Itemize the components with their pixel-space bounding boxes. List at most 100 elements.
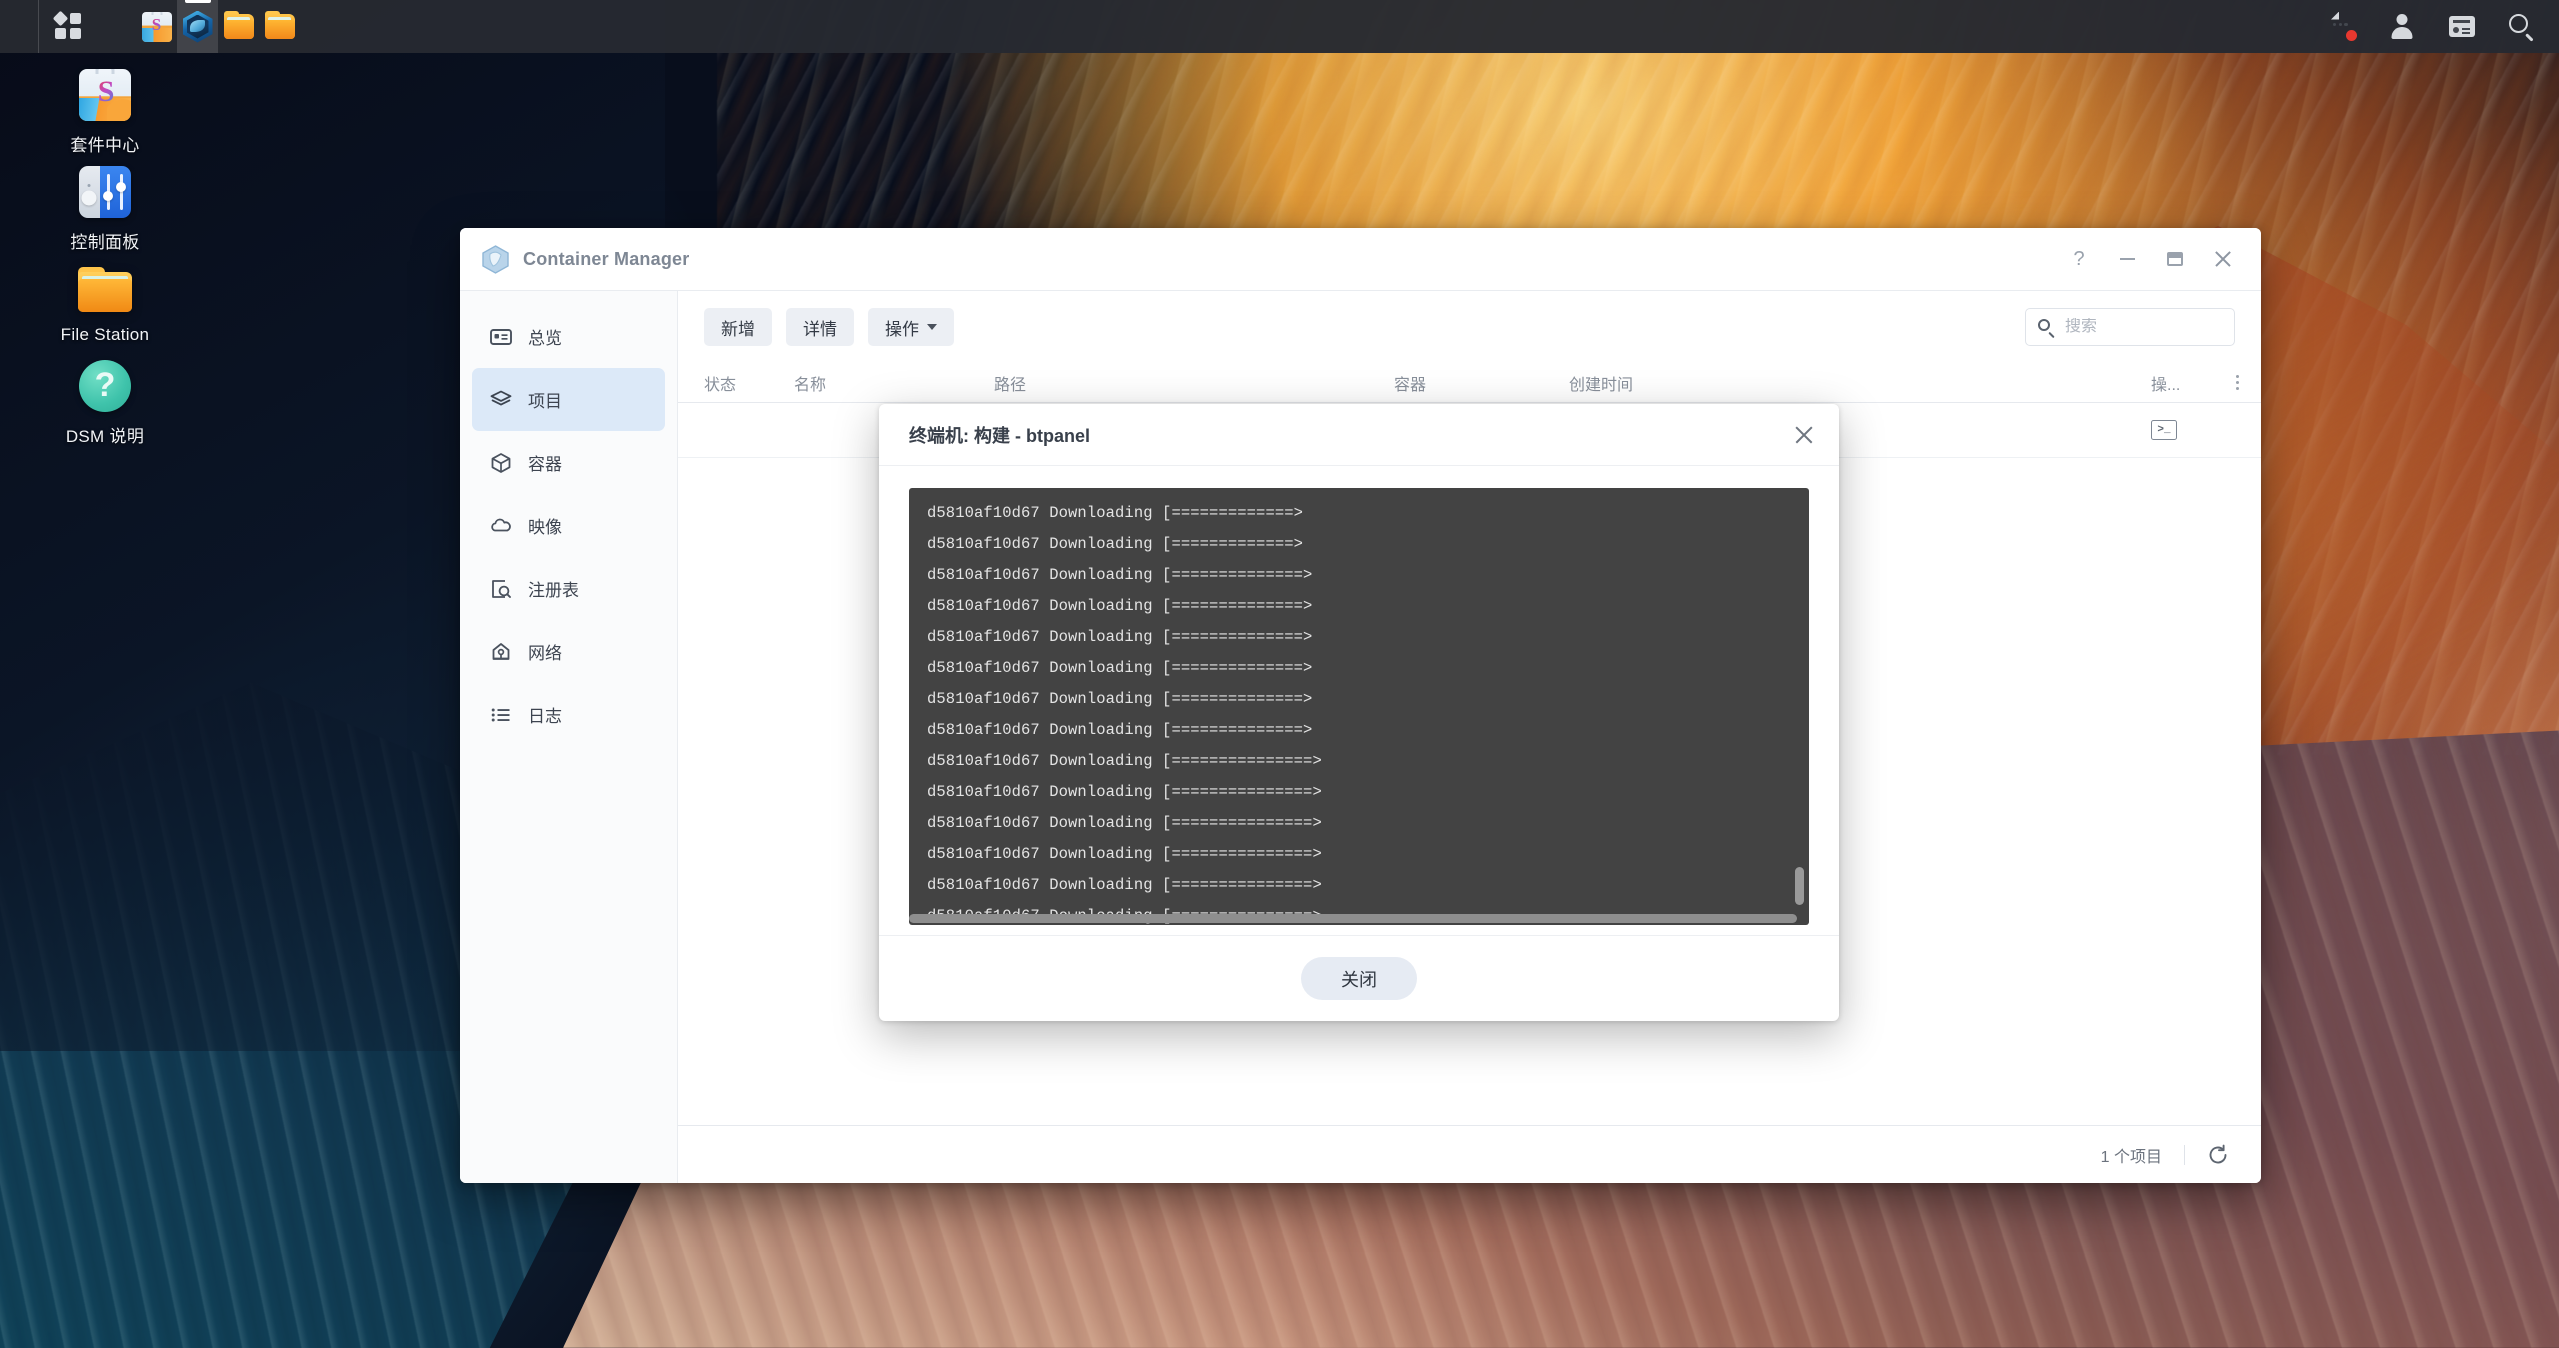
- desktop-icon-package-center[interactable]: S 套件中心: [0, 66, 210, 163]
- terminal-line: d5810af10d67 Downloading [==============…: [927, 560, 1809, 591]
- add-button[interactable]: 新增: [704, 308, 772, 346]
- notifications-button[interactable]: [2327, 12, 2357, 42]
- terminal-line: d5810af10d67 Downloading [==============…: [927, 653, 1809, 684]
- network-icon: [490, 641, 512, 663]
- dialog-title: 终端机: 构建 - btpanel: [909, 422, 1090, 448]
- chat-bubble-icon: [2328, 15, 2356, 39]
- terminal-line: d5810af10d67 Downloading [==============…: [927, 684, 1809, 715]
- cloud-icon: [490, 515, 512, 537]
- sidebar-item-containers[interactable]: 容器: [472, 431, 665, 494]
- sidebar-item-projects[interactable]: 项目: [472, 368, 665, 431]
- help-icon: ?: [2073, 248, 2084, 271]
- taskbar-tray: [2327, 12, 2559, 42]
- sidebar-item-logs[interactable]: 日志: [472, 683, 665, 746]
- taskbar-app-list: S: [136, 0, 300, 53]
- terminal-dialog: 终端机: 构建 - btpanel - d5810af10d67 Downloa…: [879, 404, 1839, 1021]
- desktop-icon-label: File Station: [61, 325, 150, 345]
- folder-icon: [265, 14, 295, 39]
- terminal-line: d5810af10d67 Downloading [==============…: [927, 808, 1809, 839]
- table-header-row: 状态 名称 路径 容器 创建时间 操...: [678, 363, 2261, 403]
- desktop-icon-label: DSM 说明: [66, 422, 144, 447]
- column-header-actions[interactable]: 操...: [2151, 371, 2221, 395]
- list-icon: [490, 704, 512, 726]
- terminal-line: d5810af10d67 Downloading [==============…: [927, 777, 1809, 808]
- close-icon: [2214, 250, 2232, 268]
- window-close-button[interactable]: [2199, 237, 2247, 281]
- sidebar-item-overview[interactable]: 总览: [472, 305, 665, 368]
- details-button[interactable]: 详情: [786, 308, 854, 346]
- folder-icon: [78, 267, 132, 312]
- search-box[interactable]: [2025, 308, 2235, 346]
- user-account-button[interactable]: [2387, 12, 2417, 42]
- sidebar-item-label: 日志: [528, 702, 562, 727]
- cell-action[interactable]: >_: [2151, 420, 2221, 440]
- control-panel-icon: [79, 166, 131, 218]
- sidebar-item-registry[interactable]: 注册表: [472, 557, 665, 620]
- taskbar-app-file-station-1[interactable]: [218, 0, 259, 53]
- layers-icon: [490, 389, 512, 411]
- terminal-icon[interactable]: >_: [2151, 420, 2177, 440]
- sidebar-item-label: 容器: [528, 450, 562, 475]
- window-minimize-button[interactable]: [2103, 237, 2151, 281]
- actions-button[interactable]: 操作: [868, 308, 954, 346]
- terminal-line: d5810af10d67 Downloading [==============…: [927, 622, 1809, 653]
- sidebar: 总览 项目 容器 映像: [460, 291, 678, 1183]
- widgets-button[interactable]: [2447, 12, 2477, 42]
- chevron-down-icon: [927, 324, 937, 330]
- person-icon: [2390, 14, 2414, 39]
- desktop-icon-label: 套件中心: [70, 131, 139, 156]
- window-title: Container Manager: [523, 249, 689, 270]
- terminal-horizontal-scrollbar[interactable]: [909, 914, 1797, 923]
- column-header-created[interactable]: 创建时间: [1569, 371, 2151, 395]
- maximize-icon: [2167, 252, 2183, 266]
- desktop-icon-control-panel[interactable]: 控制面板: [0, 163, 210, 260]
- minimize-icon: [2120, 258, 2135, 260]
- main-menu-button[interactable]: [38, 0, 98, 53]
- sidebar-item-network[interactable]: 网络: [472, 620, 665, 683]
- terminal-line: d5810af10d67 Downloading [==============…: [927, 870, 1809, 901]
- divider: [2184, 1145, 2185, 1165]
- terminal-line: d5810af10d67 Downloading [==============…: [927, 715, 1809, 746]
- grid-squares-icon: [55, 13, 83, 41]
- refresh-icon[interactable]: [2207, 1144, 2229, 1166]
- item-count-label: 1 个项目: [2101, 1143, 2162, 1167]
- registry-search-icon: [490, 578, 512, 600]
- window-titlebar[interactable]: Container Manager ?: [460, 228, 2261, 290]
- content-toolbar: 新增 详情 操作: [678, 291, 2261, 363]
- terminal-output[interactable]: - d5810af10d67 Downloading [============…: [909, 488, 1809, 925]
- taskbar-app-file-station-2[interactable]: [259, 0, 300, 53]
- kebab-menu-icon: [2236, 375, 2239, 390]
- taskbar-app-package-center[interactable]: S: [136, 0, 177, 53]
- dialog-close-button[interactable]: 关闭: [1301, 957, 1417, 1000]
- dialog-body: - d5810af10d67 Downloading [============…: [879, 466, 1839, 935]
- search-icon: [2509, 14, 2535, 40]
- terminal-line: d5810af10d67 Downloading [==============…: [927, 746, 1809, 777]
- dialog-titlebar[interactable]: 终端机: 构建 - btpanel: [879, 404, 1839, 466]
- dialog-footer: 关闭: [879, 935, 1839, 1021]
- terminal-line: d5810af10d67 Downloading [==============…: [927, 839, 1809, 870]
- column-header-name[interactable]: 名称: [794, 371, 994, 395]
- taskbar-app-container-manager[interactable]: [177, 0, 218, 53]
- status-bar: 1 个项目: [678, 1125, 2261, 1183]
- container-manager-hex-icon: [482, 245, 509, 274]
- sidebar-item-images[interactable]: 映像: [472, 494, 665, 557]
- taskbar-search-button[interactable]: [2507, 12, 2537, 42]
- search-input[interactable]: [2065, 318, 2222, 336]
- help-question-icon: ?: [79, 360, 131, 412]
- dialog-close-icon[interactable]: [1789, 420, 1819, 450]
- desktop-icon-label: 控制面板: [70, 228, 139, 253]
- sidebar-item-label: 网络: [528, 639, 562, 664]
- overview-icon: [490, 326, 512, 348]
- desktop-icon-file-station[interactable]: File Station: [0, 260, 210, 357]
- package-center-icon: S: [142, 12, 172, 42]
- window-help-button[interactable]: ?: [2055, 237, 2103, 281]
- column-header-container[interactable]: 容器: [1394, 371, 1569, 395]
- search-icon: [2038, 319, 2055, 336]
- desktop-icon-dsm-help[interactable]: ? DSM 说明: [0, 357, 210, 454]
- terminal-vertical-scrollbar[interactable]: [1795, 867, 1804, 905]
- column-options-button[interactable]: [2221, 375, 2261, 390]
- column-header-status[interactable]: 状态: [704, 371, 794, 395]
- column-header-path[interactable]: 路径: [994, 371, 1394, 395]
- window-maximize-button[interactable]: [2151, 237, 2199, 281]
- container-manager-icon: [183, 11, 213, 43]
